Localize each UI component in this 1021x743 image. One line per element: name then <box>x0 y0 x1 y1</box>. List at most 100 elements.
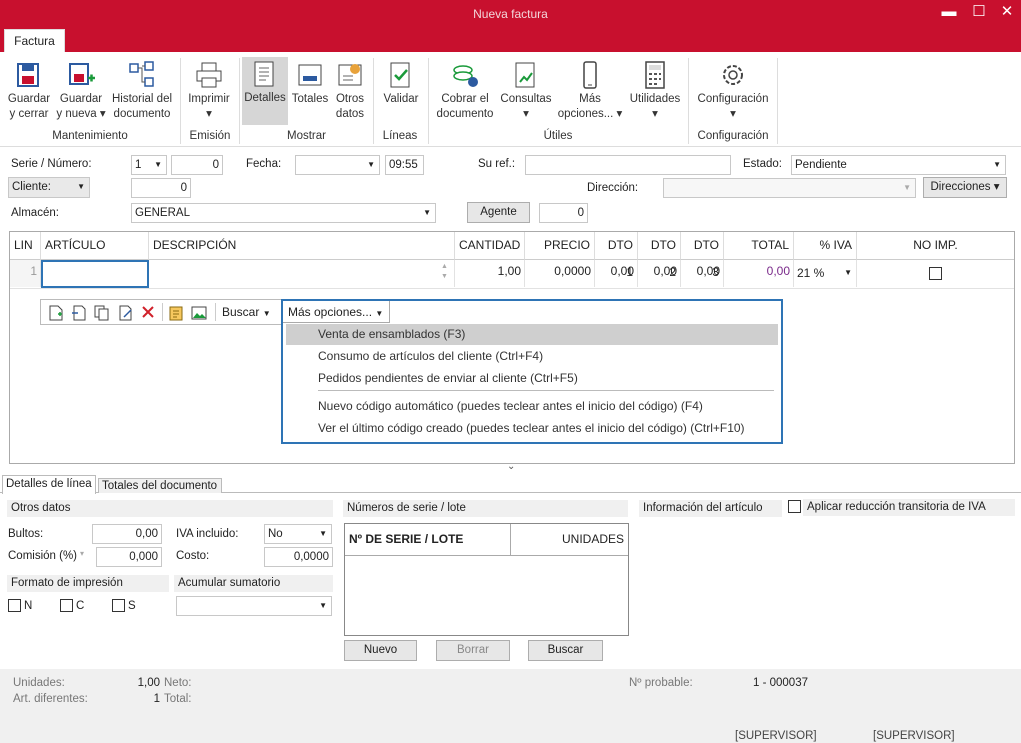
serie-lote-table: Nº DE SERIE / LOTE UNIDADES <box>344 523 629 636</box>
buscar-button[interactable]: Buscar <box>528 640 603 661</box>
direcciones-button[interactable]: Direcciones ▾ <box>923 177 1007 198</box>
borrar-button[interactable]: Borrar <box>436 640 510 661</box>
col-noimp[interactable]: NO IMP. <box>857 232 1014 260</box>
acumular-select[interactable]: ▼ <box>176 596 332 616</box>
numero-input[interactable]: 0 <box>171 155 223 175</box>
tab-totales-documento[interactable]: Totales del documento <box>98 478 222 493</box>
notes-icon[interactable] <box>168 305 184 321</box>
col-cantidad[interactable]: CANTIDAD <box>455 232 525 260</box>
menu-item-ultimo-codigo[interactable]: Ver el último código creado (puedes tecl… <box>286 418 778 439</box>
col-serie-lote[interactable]: Nº DE SERIE / LOTE <box>345 524 511 556</box>
chevron-down-icon: ▼ <box>154 160 162 169</box>
menu-item-pedidos-pendientes[interactable]: Pedidos pendientes de enviar al cliente … <box>286 368 778 389</box>
imprimir-button[interactable]: Imprimir ▾ <box>186 58 232 122</box>
mas-opciones-button[interactable]: Más opciones... ▼ <box>283 301 390 323</box>
estado-value: Pendiente <box>795 159 847 171</box>
chevron-down-icon: ▼ <box>423 208 431 217</box>
collapse-chevron-icon[interactable]: ⌄ <box>507 461 515 472</box>
menu-item-venta-ensamblados[interactable]: Venta de ensamblados (F3) <box>286 324 778 345</box>
cell-articulo[interactable] <box>41 260 149 288</box>
serie-lote-header: Números de serie / lote <box>343 500 628 517</box>
close-button[interactable]: ✕ <box>994 2 1020 24</box>
configuracion-button[interactable]: Configuración ▾ <box>694 58 772 122</box>
save-icon <box>17 63 39 87</box>
col-dto2[interactable]: DTO 2 <box>638 232 681 279</box>
copy-icon[interactable] <box>94 305 110 321</box>
hora-input[interactable]: 09:55 <box>385 155 424 175</box>
nuevo-button[interactable]: Nuevo <box>344 640 417 661</box>
bultos-input[interactable]: 0,00 <box>92 524 162 544</box>
guardar-cerrar-button[interactable]: Guardar y cerrar <box>6 58 52 122</box>
agente-input[interactable]: 0 <box>539 203 588 223</box>
aplicar-iva-checkbox[interactable] <box>788 500 801 513</box>
tab-detalles-linea[interactable]: Detalles de línea <box>2 475 96 494</box>
new-line-icon[interactable] <box>49 305 63 321</box>
otros-datos-button[interactable]: Otros datos <box>332 58 368 122</box>
detalles-button[interactable]: Detalles <box>242 57 288 125</box>
cobrar-button[interactable]: Cobrar el documento <box>432 58 498 122</box>
cell-descripcion[interactable] <box>149 260 455 287</box>
minimize-button[interactable]: ▬ <box>936 2 962 24</box>
formato-c-checkbox[interactable] <box>60 599 73 612</box>
buscar-menu-button[interactable]: Buscar ▼ <box>222 305 271 319</box>
guardar-nueva-button[interactable]: Guardar y nueva ▾ <box>56 58 106 122</box>
totales-button[interactable]: Totales <box>290 58 330 107</box>
cell-dto3[interactable]: 0,00 <box>681 260 724 287</box>
cliente-input[interactable]: 0 <box>131 178 191 198</box>
formato-n-checkbox[interactable] <box>8 599 21 612</box>
cell-cantidad[interactable]: 1,00 <box>455 260 525 287</box>
aplicar-iva-label: Aplicar reducción transitoria de IVA <box>803 499 1015 516</box>
cell-dto1[interactable]: 0,00 <box>595 260 638 287</box>
otros-datos-header: Otros datos <box>7 500 333 517</box>
fecha-label: Fecha: <box>246 158 282 170</box>
unidades-value: 1,00 <box>137 677 160 689</box>
tab-factura[interactable]: Factura <box>4 29 65 52</box>
estado-select[interactable]: Pendiente ▼ <box>791 155 1006 175</box>
col-lin[interactable]: LIN <box>10 232 41 260</box>
cell-dto2[interactable]: 0,00 <box>638 260 681 287</box>
chevron-down-icon: ▼ <box>903 183 911 192</box>
image-icon[interactable] <box>191 305 207 321</box>
agente-button[interactable]: Agente <box>467 202 530 223</box>
col-dto1[interactable]: DTO 1 <box>595 232 638 279</box>
col-descripcion[interactable]: DESCRIPCIÓN <box>149 232 455 260</box>
group-configuracion: Configuración <box>697 130 769 142</box>
chevron-down-icon: ▼ <box>319 529 327 538</box>
iva-incluido-select[interactable]: No ▼ <box>264 524 332 544</box>
col-iva[interactable]: % IVA <box>794 232 857 260</box>
comision-input[interactable]: 0,000 <box>96 547 162 567</box>
unidades-label: Unidades: <box>13 677 65 689</box>
noimp-checkbox[interactable] <box>929 267 942 280</box>
cell-iva[interactable]: 21 % ▼ <box>794 260 857 287</box>
formato-s-checkbox[interactable] <box>112 599 125 612</box>
col-dto3[interactable]: DTO 3 <box>681 232 724 279</box>
delete-icon[interactable] <box>141 305 155 319</box>
serie-select[interactable]: 1 ▼ <box>131 155 167 175</box>
ribbon: Guardar y cerrar Guardar y nueva ▾ Histo… <box>0 52 1021 147</box>
utilidades-button[interactable]: Utilidades ▾ <box>626 58 684 122</box>
menu-item-nuevo-codigo[interactable]: Nuevo código automático (puedes teclear … <box>286 396 778 417</box>
insert-line-icon[interactable] <box>71 305 87 321</box>
mas-opciones-ribbon-button[interactable]: Más opciones... ▾ <box>556 58 624 122</box>
col-unidades[interactable]: UNIDADES <box>511 524 628 556</box>
printer-icon <box>196 62 222 88</box>
fecha-select[interactable]: ▼ <box>295 155 380 175</box>
cliente-dropdown-button[interactable]: Cliente: ▼ <box>8 177 90 198</box>
edit-icon[interactable] <box>118 305 134 321</box>
chevron-down-icon[interactable]: ▾ <box>80 549 84 558</box>
col-total[interactable]: TOTAL <box>724 232 794 260</box>
col-precio[interactable]: PRECIO <box>525 232 595 260</box>
serie-label: Serie / Número: <box>11 158 92 170</box>
col-articulo[interactable]: ARTÍCULO <box>41 232 149 260</box>
historial-button[interactable]: Historial del documento <box>108 58 176 122</box>
consultas-button[interactable]: Consultas ▾ <box>498 58 554 122</box>
direccion-select[interactable]: ▼ <box>663 178 916 198</box>
almacen-select[interactable]: GENERAL ▼ <box>131 203 436 223</box>
costo-input[interactable]: 0,0000 <box>264 547 333 567</box>
cell-precio[interactable]: 0,0000 <box>525 260 595 287</box>
validar-button[interactable]: Validar <box>378 58 424 107</box>
suref-input[interactable] <box>525 155 731 175</box>
maximize-button[interactable]: ☐ <box>966 2 992 24</box>
scroll-arrows-icon[interactable]: ▲ ▼ <box>441 262 451 286</box>
menu-item-consumo-articulos[interactable]: Consumo de artículos del cliente (Ctrl+F… <box>286 346 778 367</box>
